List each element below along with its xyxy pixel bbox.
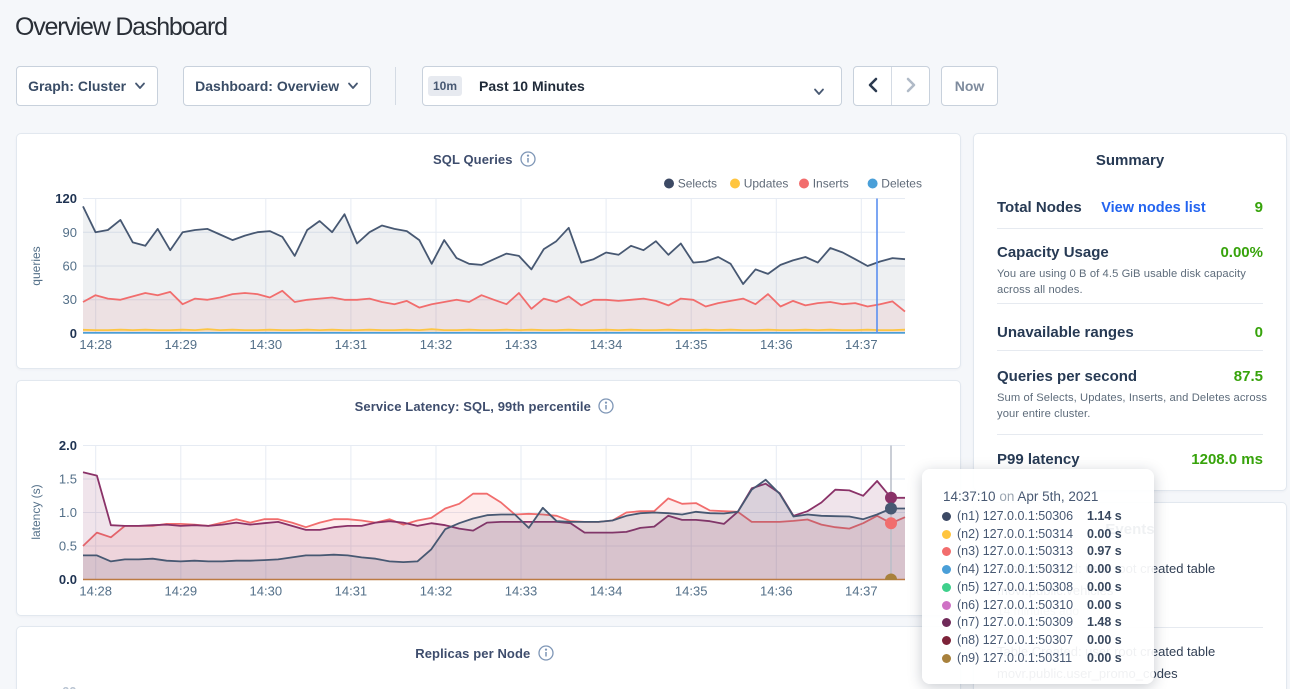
svg-text:14:33: 14:33 [505, 337, 538, 352]
svg-text:14:29: 14:29 [165, 337, 198, 352]
svg-text:14:32: 14:32 [420, 584, 453, 599]
svg-text:14:34: 14:34 [590, 337, 623, 352]
svg-text:Inserts: Inserts [813, 177, 849, 191]
svg-text:14:29: 14:29 [165, 584, 198, 599]
svg-text:14:35: 14:35 [675, 584, 708, 599]
svg-text:30: 30 [63, 292, 77, 307]
svg-text:14:31: 14:31 [335, 584, 368, 599]
svg-text:90: 90 [63, 225, 77, 240]
svg-text:0: 0 [70, 326, 77, 341]
svg-text:14:37: 14:37 [845, 584, 878, 599]
svg-text:0.0: 0.0 [59, 572, 77, 587]
svg-text:Deletes: Deletes [881, 177, 922, 191]
svg-text:queries: queries [29, 246, 43, 285]
svg-text:1.0: 1.0 [59, 505, 77, 520]
svg-text:14:35: 14:35 [675, 337, 708, 352]
svg-text:latency (s): latency (s) [29, 484, 43, 539]
svg-text:60: 60 [63, 259, 77, 274]
svg-text:0.5: 0.5 [59, 539, 77, 554]
svg-text:14:32: 14:32 [420, 337, 453, 352]
svg-text:Selects: Selects [678, 177, 717, 191]
svg-text:14:36: 14:36 [760, 337, 793, 352]
svg-text:Updates: Updates [744, 177, 789, 191]
svg-text:2.0: 2.0 [59, 438, 77, 453]
svg-text:120: 120 [55, 191, 77, 206]
svg-text:14:28: 14:28 [79, 337, 112, 352]
svg-text:14:37: 14:37 [845, 337, 878, 352]
svg-text:14:36: 14:36 [760, 584, 793, 599]
svg-text:14:30: 14:30 [250, 337, 283, 352]
svg-text:14:30: 14:30 [250, 584, 283, 599]
svg-text:1.5: 1.5 [59, 472, 77, 487]
svg-text:14:33: 14:33 [505, 584, 538, 599]
svg-text:14:34: 14:34 [590, 584, 623, 599]
svg-text:14:31: 14:31 [335, 337, 368, 352]
svg-text:14:28: 14:28 [79, 584, 112, 599]
